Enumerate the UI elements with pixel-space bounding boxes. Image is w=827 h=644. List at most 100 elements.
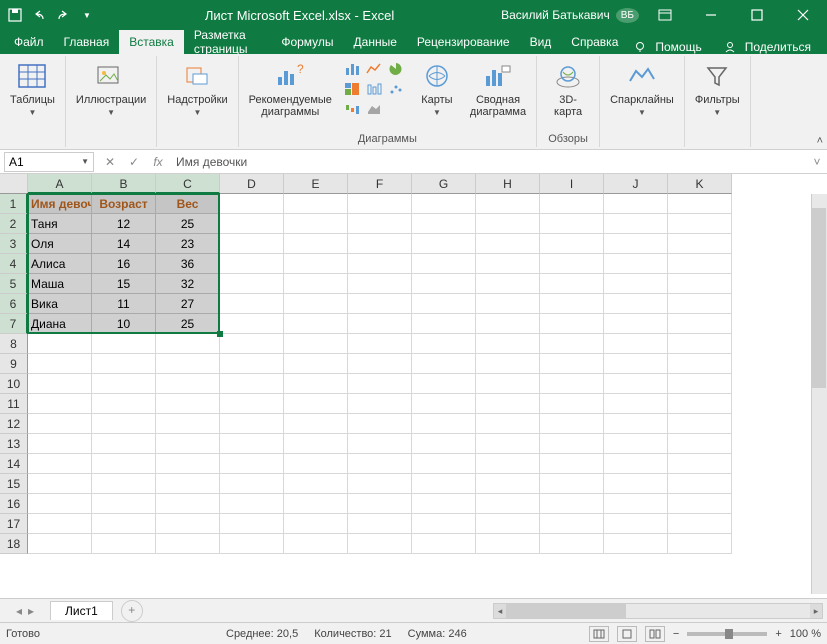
cell[interactable]: 12	[92, 214, 156, 234]
cell[interactable]	[412, 474, 476, 494]
cell[interactable]: Вес	[156, 194, 220, 214]
cell[interactable]	[348, 334, 412, 354]
cell[interactable]	[476, 414, 540, 434]
cell[interactable]	[92, 494, 156, 514]
cell[interactable]	[284, 434, 348, 454]
cell[interactable]	[668, 434, 732, 454]
filters-button[interactable]: Фильтры▼	[691, 58, 744, 121]
cell[interactable]	[284, 214, 348, 234]
cell[interactable]	[476, 334, 540, 354]
cell[interactable]	[540, 454, 604, 474]
cell[interactable]	[284, 194, 348, 214]
cell[interactable]	[348, 354, 412, 374]
row-header[interactable]: 9	[0, 354, 28, 374]
cell[interactable]	[668, 314, 732, 334]
cell[interactable]	[92, 394, 156, 414]
cell[interactable]	[220, 374, 284, 394]
vertical-scrollbar[interactable]	[811, 194, 827, 594]
cell[interactable]	[668, 534, 732, 554]
cell[interactable]	[668, 494, 732, 514]
row-header[interactable]: 16	[0, 494, 28, 514]
cell[interactable]	[540, 374, 604, 394]
cell[interactable]	[476, 494, 540, 514]
zoom-slider[interactable]	[687, 632, 767, 636]
cell[interactable]	[540, 354, 604, 374]
maps-button[interactable]: Карты▼	[412, 58, 462, 121]
cell[interactable]	[92, 334, 156, 354]
cell[interactable]	[604, 254, 668, 274]
cell[interactable]	[668, 394, 732, 414]
row-header[interactable]: 4	[0, 254, 28, 274]
cell[interactable]	[604, 234, 668, 254]
cell[interactable]	[476, 234, 540, 254]
undo-icon[interactable]	[28, 4, 50, 26]
cancel-formula-icon[interactable]: ✕	[98, 155, 122, 169]
formula-input[interactable]	[170, 152, 807, 172]
cell[interactable]	[156, 534, 220, 554]
cell[interactable]	[220, 514, 284, 534]
cell[interactable]	[540, 314, 604, 334]
tell-me[interactable]: Помощь	[628, 40, 713, 54]
cell[interactable]	[476, 474, 540, 494]
cell[interactable]	[476, 394, 540, 414]
cell[interactable]: 16	[92, 254, 156, 274]
tab-help[interactable]: Справка	[561, 30, 628, 54]
tab-home[interactable]: Главная	[54, 30, 120, 54]
cell[interactable]	[156, 434, 220, 454]
cell[interactable]	[284, 454, 348, 474]
cell[interactable]	[668, 454, 732, 474]
cell[interactable]	[220, 534, 284, 554]
cell[interactable]: Оля	[28, 234, 92, 254]
cell[interactable]	[348, 414, 412, 434]
minimize-button[interactable]	[691, 0, 731, 30]
cell[interactable]	[604, 454, 668, 474]
cell[interactable]	[540, 494, 604, 514]
cell[interactable]	[284, 414, 348, 434]
zoom-in-icon[interactable]: +	[775, 628, 781, 640]
cell[interactable]	[284, 254, 348, 274]
cell[interactable]	[668, 194, 732, 214]
cell[interactable]	[668, 294, 732, 314]
cell[interactable]	[348, 294, 412, 314]
cell[interactable]	[604, 194, 668, 214]
zoom-thumb[interactable]	[725, 629, 733, 639]
cell[interactable]	[220, 394, 284, 414]
row-header[interactable]: 13	[0, 434, 28, 454]
cell[interactable]	[668, 334, 732, 354]
cell[interactable]	[28, 334, 92, 354]
cell[interactable]	[220, 314, 284, 334]
cell[interactable]: 32	[156, 274, 220, 294]
cell[interactable]	[348, 214, 412, 234]
cell[interactable]	[476, 534, 540, 554]
cell[interactable]	[540, 414, 604, 434]
cell[interactable]	[604, 414, 668, 434]
row-header[interactable]: 3	[0, 234, 28, 254]
tab-insert[interactable]: Вставка	[119, 30, 184, 54]
cell[interactable]	[540, 434, 604, 454]
cell[interactable]	[412, 494, 476, 514]
cell[interactable]: 15	[92, 274, 156, 294]
scroll-left-icon[interactable]: ◂	[494, 604, 506, 618]
cell[interactable]	[156, 394, 220, 414]
cell[interactable]	[540, 394, 604, 414]
cell[interactable]	[284, 374, 348, 394]
row-header[interactable]: 11	[0, 394, 28, 414]
cell[interactable]	[220, 354, 284, 374]
cell[interactable]	[220, 294, 284, 314]
normal-view-icon[interactable]	[589, 626, 609, 642]
tab-file[interactable]: Файл	[4, 30, 54, 54]
cell[interactable]	[348, 374, 412, 394]
cell[interactable]	[668, 414, 732, 434]
cell[interactable]: Возраст	[92, 194, 156, 214]
cell[interactable]	[284, 534, 348, 554]
cell[interactable]	[604, 334, 668, 354]
cell[interactable]	[668, 214, 732, 234]
cell[interactable]	[412, 534, 476, 554]
row-header[interactable]: 5	[0, 274, 28, 294]
close-button[interactable]	[783, 0, 823, 30]
cell[interactable]	[220, 474, 284, 494]
cell[interactable]	[220, 454, 284, 474]
row-header[interactable]: 15	[0, 474, 28, 494]
row-header[interactable]: 10	[0, 374, 28, 394]
user-name[interactable]: Василий Батькавич	[501, 8, 610, 22]
